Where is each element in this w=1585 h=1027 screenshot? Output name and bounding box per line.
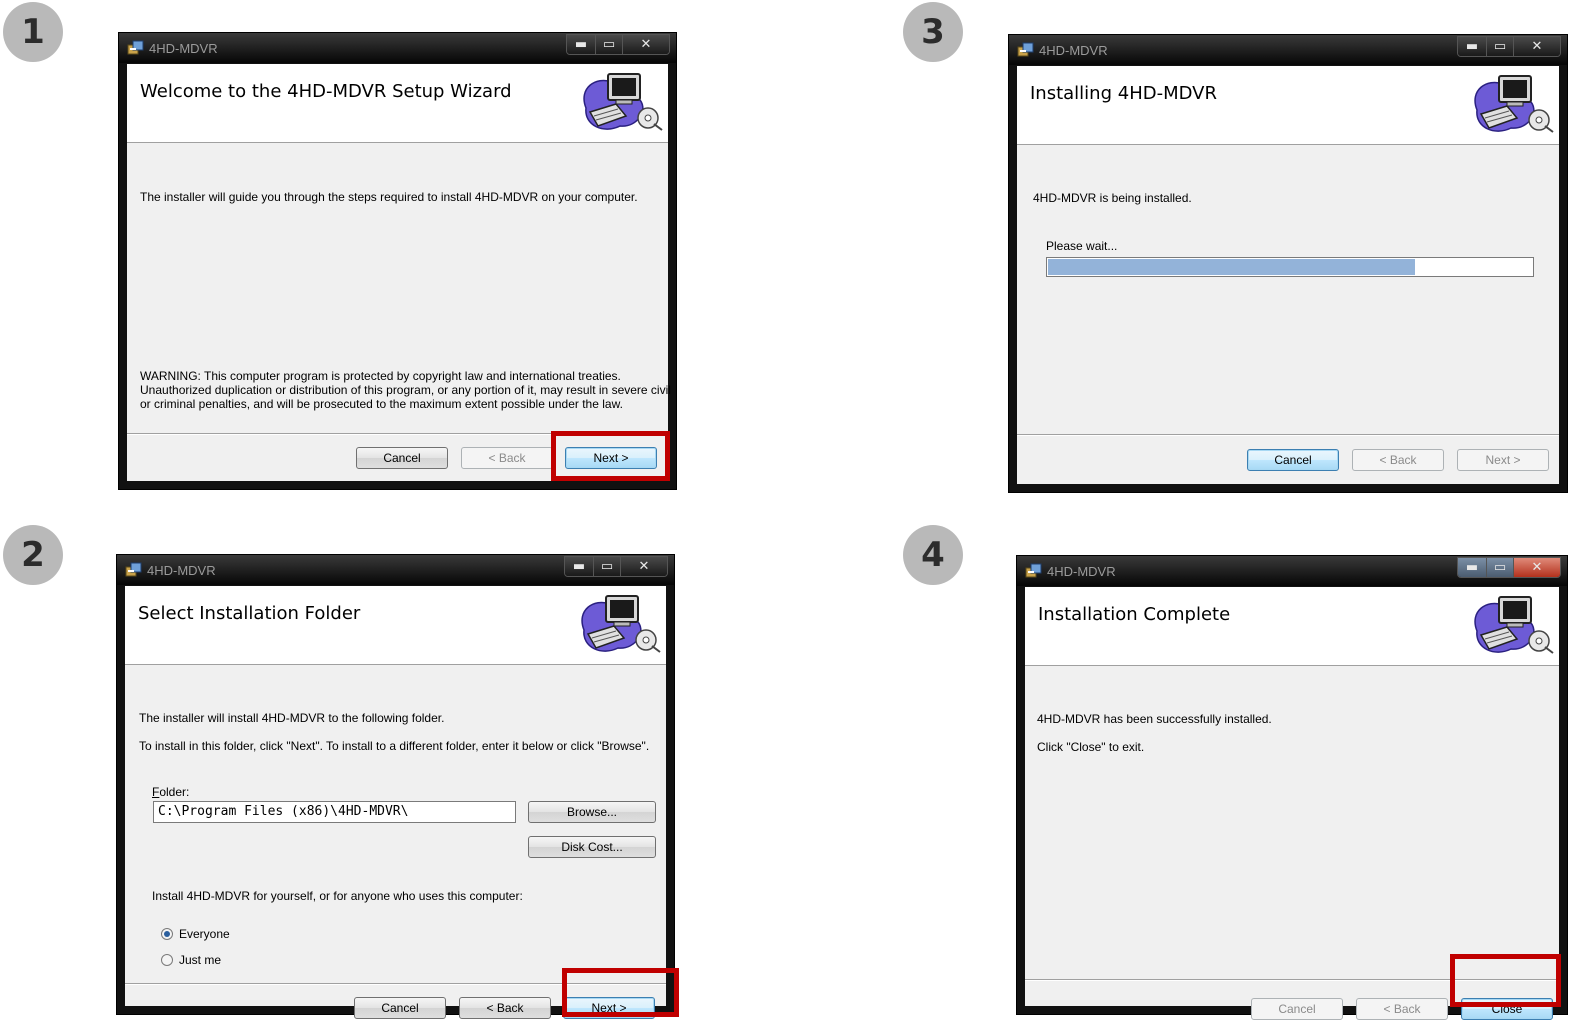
browse-button[interactable]: Browse... xyxy=(528,801,656,823)
window-controls: ▬ ▭ ✕ xyxy=(1457,557,1561,578)
banner: Installation Complete xyxy=(1025,587,1559,666)
title-bar[interactable]: 4HD-MDVR ▬ ▭ ✕ xyxy=(1009,35,1567,65)
setup-window-installing: 4HD-MDVR ▬ ▭ ✕ Installing 4HD-MDVR 4HD-M… xyxy=(1008,34,1568,493)
dialog-body: Installation Complete 4HD-MDVR has been … xyxy=(1025,587,1559,1020)
banner: Welcome to the 4HD-MDVR Setup Wizard xyxy=(127,64,668,143)
window-controls: ▬ ▭ ✕ xyxy=(564,556,668,577)
setup-window-select-folder: 4HD-MDVR ▬ ▭ ✕ Select Installation Folde… xyxy=(116,554,675,1019)
intro-text: The installer will guide you through the… xyxy=(140,190,638,204)
close-icon[interactable]: ✕ xyxy=(1514,37,1560,56)
cancel-button[interactable]: Cancel xyxy=(354,997,446,1019)
title-bar[interactable]: 4HD-MDVR ▬ ▭ ✕ xyxy=(117,555,674,585)
folder-input[interactable]: C:\Program Files (x86)\4HD-MDVR\ xyxy=(153,801,516,823)
info-text-1: The installer will install 4HD-MDVR to t… xyxy=(139,711,445,725)
warning-line-3: or criminal penalties, and will be prose… xyxy=(140,397,623,411)
minimize-icon[interactable]: ▬ xyxy=(1458,37,1487,56)
radio-everyone[interactable] xyxy=(161,928,173,940)
success-text: 4HD-MDVR has been successfully installed… xyxy=(1037,712,1272,726)
install-for-text: Install 4HD-MDVR for yourself, or for an… xyxy=(152,889,523,903)
radio-just-me[interactable] xyxy=(161,954,173,966)
back-button[interactable]: < Back xyxy=(461,447,553,469)
installer-icon xyxy=(127,40,144,57)
installer-icon xyxy=(1025,563,1042,580)
page-title: Select Installation Folder xyxy=(138,603,361,624)
window-title: 4HD-MDVR xyxy=(1047,564,1116,579)
installer-icon xyxy=(125,562,142,579)
next-button[interactable]: Next > xyxy=(1457,449,1549,471)
exit-instruction: Click "Close" to exit. xyxy=(1037,740,1145,754)
disk-cost-button[interactable]: Disk Cost... xyxy=(528,836,656,858)
computer-setup-icon xyxy=(576,68,664,136)
highlight-box xyxy=(562,968,679,1017)
title-bar[interactable]: 4HD-MDVR ▬ ▭ ✕ xyxy=(1017,556,1567,586)
maximize-icon[interactable]: ▭ xyxy=(1487,37,1514,56)
progress-bar xyxy=(1046,257,1534,277)
title-bar[interactable]: 4HD-MDVR ▬ ▭ ✕ xyxy=(119,33,676,63)
window-controls: ▬ ▭ ✕ xyxy=(566,34,670,55)
folder-label-text: older: xyxy=(159,785,190,799)
banner: Select Installation Folder xyxy=(125,586,666,665)
step-number-text: 3 xyxy=(921,12,945,52)
info-text-2: To install in this folder, click "Next".… xyxy=(139,739,650,753)
close-icon[interactable]: ✕ xyxy=(623,35,669,54)
window-title: 4HD-MDVR xyxy=(149,41,218,56)
computer-setup-icon xyxy=(1467,591,1555,659)
page-title: Welcome to the 4HD-MDVR Setup Wizard xyxy=(140,81,512,102)
cancel-button[interactable]: Cancel xyxy=(356,447,448,469)
page-title: Installation Complete xyxy=(1038,604,1231,625)
cancel-button[interactable]: Cancel xyxy=(1251,998,1343,1020)
step-number-2: 2 xyxy=(3,525,63,585)
minimize-icon[interactable]: ▬ xyxy=(1458,558,1487,577)
highlight-box xyxy=(551,431,670,481)
warning-line-2: Unauthorized duplication or distribution… xyxy=(140,383,671,397)
step-number-4: 4 xyxy=(903,525,963,585)
minimize-icon[interactable]: ▬ xyxy=(567,35,596,54)
computer-setup-icon xyxy=(1467,70,1555,138)
folder-label: Folder: xyxy=(152,785,189,799)
highlight-box xyxy=(1450,954,1561,1007)
please-wait-text: Please wait... xyxy=(1046,239,1118,253)
divider xyxy=(1017,434,1559,436)
window-title: 4HD-MDVR xyxy=(147,563,216,578)
maximize-icon[interactable]: ▭ xyxy=(594,557,621,576)
back-button[interactable]: < Back xyxy=(459,997,551,1019)
step-number-text: 2 xyxy=(21,535,45,575)
back-button[interactable]: < Back xyxy=(1352,449,1444,471)
step-number-3: 3 xyxy=(903,2,963,62)
progress-fill xyxy=(1048,259,1416,275)
setup-window-welcome: 4HD-MDVR ▬ ▭ ✕ Welcome to the 4HD-MDVR S… xyxy=(118,32,677,490)
step-number-1: 1 xyxy=(3,2,63,62)
maximize-icon[interactable]: ▭ xyxy=(596,35,623,54)
maximize-icon[interactable]: ▭ xyxy=(1487,558,1514,577)
status-text: 4HD-MDVR is being installed. xyxy=(1033,191,1192,205)
close-icon[interactable]: ✕ xyxy=(1514,558,1560,577)
warning-line-1: WARNING: This computer program is protec… xyxy=(140,369,621,383)
close-icon[interactable]: ✕ xyxy=(621,557,667,576)
dialog-body: Welcome to the 4HD-MDVR Setup Wizard The… xyxy=(127,64,671,481)
step-number-text: 1 xyxy=(21,12,45,52)
page-title: Installing 4HD-MDVR xyxy=(1030,83,1217,104)
step-number-text: 4 xyxy=(921,535,945,575)
minimize-icon[interactable]: ▬ xyxy=(565,557,594,576)
radio-just-me-label[interactable]: Just me xyxy=(179,953,221,967)
setup-window-complete: 4HD-MDVR ▬ ▭ ✕ Installation Complete 4HD… xyxy=(1016,555,1568,1020)
window-controls: ▬ ▭ ✕ xyxy=(1457,36,1561,57)
dialog-body: Installing 4HD-MDVR 4HD-MDVR is being in… xyxy=(1017,66,1559,484)
installer-icon xyxy=(1017,42,1034,59)
computer-setup-icon xyxy=(574,590,662,658)
window-title: 4HD-MDVR xyxy=(1039,43,1108,58)
dialog-body: Select Installation Folder The installer… xyxy=(125,586,666,1019)
back-button[interactable]: < Back xyxy=(1356,998,1448,1020)
radio-everyone-label[interactable]: Everyone xyxy=(179,927,230,941)
banner: Installing 4HD-MDVR xyxy=(1017,66,1559,145)
cancel-button[interactable]: Cancel xyxy=(1247,449,1339,471)
